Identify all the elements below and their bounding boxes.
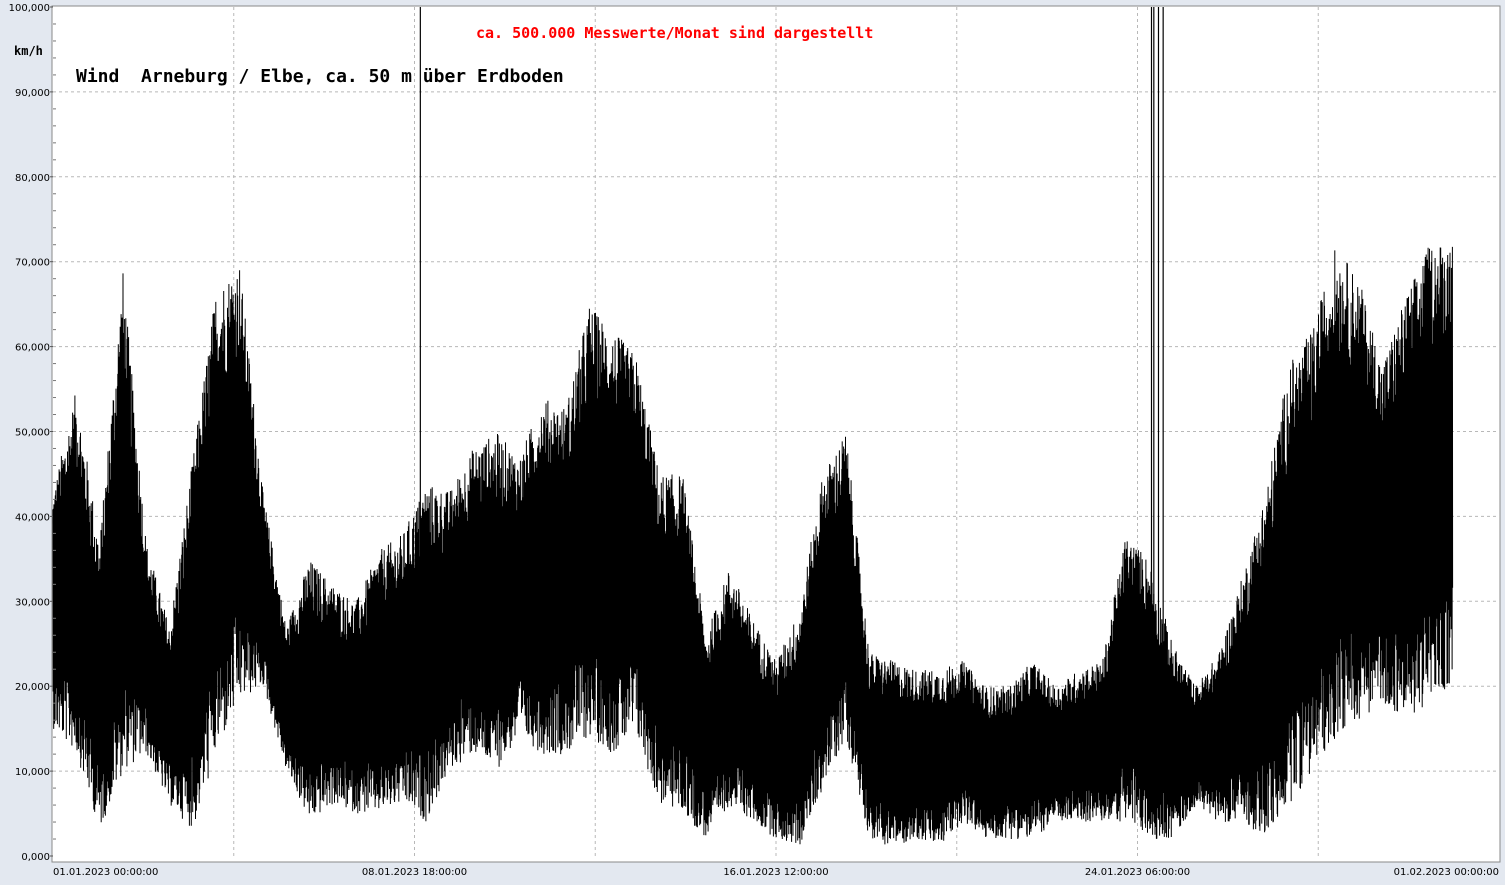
y-tick-label: 70,000 bbox=[15, 258, 50, 269]
y-tick-label: 0,000 bbox=[21, 852, 50, 863]
chart-subtitle: ca. 500.000 Messwerte/Monat sind dargest… bbox=[476, 24, 873, 42]
x-axis-ticks: 01.01.2023 00:00:00 08.01.2023 18:00:00 16… bbox=[53, 867, 1499, 878]
y-tick-label: 90,000 bbox=[15, 88, 50, 99]
x-tick-label: 24.01.2023 06:00:00 bbox=[1085, 867, 1190, 878]
x-tick-label: 01.02.2023 00:00:00 bbox=[1394, 867, 1499, 878]
y-tick-label: 80,000 bbox=[15, 173, 50, 184]
y-tick-label: 60,000 bbox=[15, 343, 50, 354]
y-axis-unit-label: km/h bbox=[14, 44, 43, 58]
y-tick-label: 10,000 bbox=[15, 767, 50, 778]
x-tick-label: 08.01.2023 18:00:00 bbox=[362, 867, 467, 878]
x-tick-label: 01.01.2023 00:00:00 bbox=[53, 867, 158, 878]
y-tick-label: 50,000 bbox=[15, 428, 50, 439]
y-tick-label: 100,000 bbox=[9, 3, 50, 14]
x-tick-label: 16.01.2023 12:00:00 bbox=[723, 867, 828, 878]
chart-title: Wind Arneburg / Elbe, ca. 50 m über Erdb… bbox=[76, 66, 564, 87]
wind-chart: 0,000 10,000 20,000 30,000 40,000 50,000 60,00… bbox=[9, 3, 1501, 878]
y-tick-label: 20,000 bbox=[15, 682, 50, 693]
y-tick-label: 40,000 bbox=[15, 512, 50, 523]
y-tick-label: 30,000 bbox=[15, 597, 50, 608]
y-axis-ticks: 0,000 10,000 20,000 30,000 40,000 50,000 60,00… bbox=[9, 3, 56, 863]
